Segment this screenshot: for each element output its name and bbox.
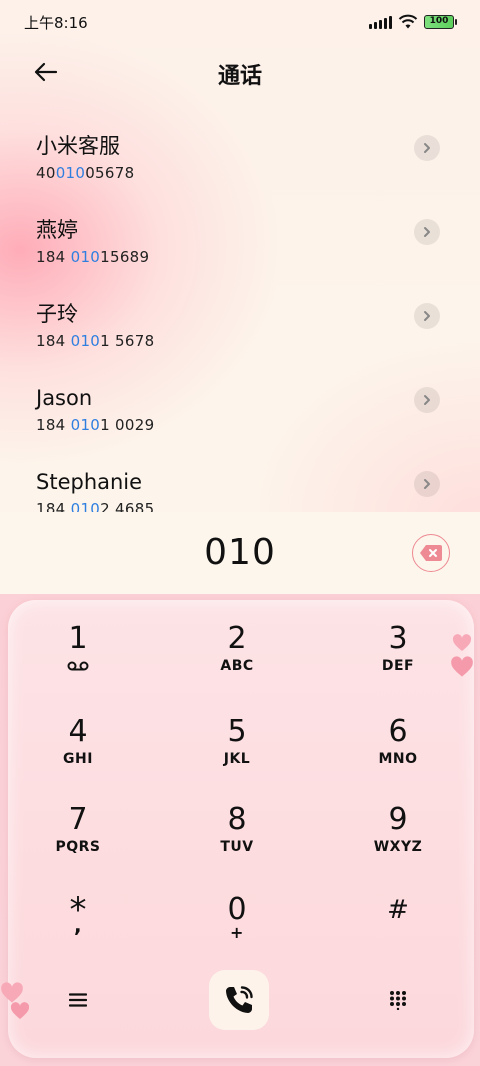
wifi-icon: [398, 14, 418, 29]
matched-digits: 010: [55, 164, 86, 182]
contact-number: 184 0101 0029: [36, 416, 155, 434]
contact-row[interactable]: Stephanie 184 0102 4685: [0, 448, 480, 512]
heart-decoration-icon: [451, 656, 473, 677]
key-6[interactable]: 6 MNO: [338, 715, 458, 795]
contact-number: 184 0102 4685: [36, 500, 444, 512]
contact-name: 子玲: [36, 302, 78, 326]
key-letters: JKL: [223, 751, 251, 767]
key-letters: ABC: [220, 658, 254, 674]
dial-input-area: 010: [0, 512, 480, 598]
contact-name: 燕婷: [36, 218, 78, 242]
chevron-right-icon: [424, 395, 430, 405]
contact-details-button[interactable]: [414, 219, 440, 245]
contact-number: 184 0101 5678: [36, 332, 155, 350]
chevron-right-icon: [424, 311, 430, 321]
key-digit: 1: [68, 621, 88, 656]
key-hash[interactable]: #: [338, 893, 458, 973]
key-digit: 6: [388, 714, 408, 749]
chevron-right-icon: [424, 143, 430, 153]
key-digit: 3: [388, 621, 408, 656]
key-digit: 0: [227, 892, 247, 927]
dialpad-toggle-button[interactable]: [378, 980, 418, 1020]
signal-icon: [369, 15, 392, 29]
matched-digits: 010: [70, 248, 101, 266]
page-title: 通话: [217, 64, 262, 89]
contact-row[interactable]: 子玲 184 0101 5678: [0, 280, 480, 364]
key-5[interactable]: 5 JKL: [177, 715, 297, 795]
contact-suggestion-list: 小米客服 4001005678 燕婷 184 01015689 子玲 184 0…: [0, 112, 480, 512]
contact-details-button[interactable]: [414, 303, 440, 329]
chevron-right-icon: [424, 479, 430, 489]
key-letters: WXYZ: [373, 839, 423, 855]
key-3[interactable]: 3 DEF: [338, 622, 458, 702]
key-letters: PQRS: [55, 839, 101, 855]
contact-row[interactable]: 小米客服 4001005678: [0, 112, 480, 196]
contact-details-button[interactable]: [414, 387, 440, 413]
key-letters: GHI: [63, 751, 93, 767]
status-icons: 100: [369, 14, 457, 30]
battery-icon: 100: [424, 15, 457, 29]
key-digit: 7: [68, 802, 88, 837]
header: 通话: [0, 44, 480, 100]
status-bar: 上午8:16 100: [0, 0, 480, 44]
key-digit: 5: [227, 714, 247, 749]
phone-call-icon: [226, 986, 253, 1013]
chevron-right-icon: [424, 227, 430, 237]
key-letters: MNO: [378, 751, 418, 767]
key-digit: 8: [227, 802, 247, 837]
dialpad-icon: [390, 991, 406, 1010]
keypad-panel: 1 2 ABC 3 DEF 4 GHI 5 JKL 6 MNO 7 PQRS 8…: [0, 594, 480, 1066]
voicemail-icon: [67, 661, 89, 671]
key-8[interactable]: 8 TUV: [177, 803, 297, 883]
menu-button[interactable]: [58, 980, 98, 1020]
menu-icon: [69, 993, 87, 1007]
key-digit: 9: [388, 802, 408, 837]
delete-button[interactable]: [412, 534, 450, 572]
contact-name: Jason: [36, 386, 93, 410]
key-2[interactable]: 2 ABC: [177, 622, 297, 702]
contact-number: 4001005678: [36, 164, 135, 182]
key-digit: 2: [227, 621, 247, 656]
contact-row[interactable]: Jason 184 0101 0029: [0, 364, 480, 448]
heart-decoration-icon: [1, 982, 23, 1003]
key-star[interactable]: * ,: [18, 893, 138, 973]
key-4[interactable]: 4 GHI: [18, 715, 138, 795]
key-digit: 4: [68, 714, 88, 749]
backspace-icon: [420, 545, 442, 561]
key-letters: ,: [73, 913, 83, 937]
key-letters: +: [230, 923, 244, 942]
heart-decoration-icon: [452, 634, 472, 651]
contact-details-button[interactable]: [414, 471, 440, 497]
contact-details-button[interactable]: [414, 135, 440, 161]
contact-row[interactable]: 燕婷 184 01015689: [0, 196, 480, 280]
key-letters: TUV: [220, 839, 254, 855]
key-digit: #: [387, 895, 409, 925]
matched-digits: 010: [70, 416, 101, 434]
key-9[interactable]: 9 WXYZ: [338, 803, 458, 883]
dialed-number[interactable]: 010: [0, 532, 480, 573]
call-button[interactable]: [209, 970, 269, 1030]
heart-decoration-icon: [10, 1002, 30, 1019]
matched-digits: 010: [70, 332, 101, 350]
key-0[interactable]: 0 +: [177, 893, 297, 973]
keypad: 1 2 ABC 3 DEF 4 GHI 5 JKL 6 MNO 7 PQRS 8…: [8, 600, 474, 1058]
contact-name: 小米客服: [36, 134, 120, 158]
status-time: 上午8:16: [24, 13, 88, 32]
contact-name: Stephanie: [36, 470, 143, 494]
key-7[interactable]: 7 PQRS: [18, 803, 138, 883]
contact-number: 184 01015689: [36, 248, 150, 266]
key-letters: DEF: [381, 658, 415, 674]
key-1[interactable]: 1: [18, 622, 138, 702]
matched-digits: 010: [70, 500, 101, 512]
